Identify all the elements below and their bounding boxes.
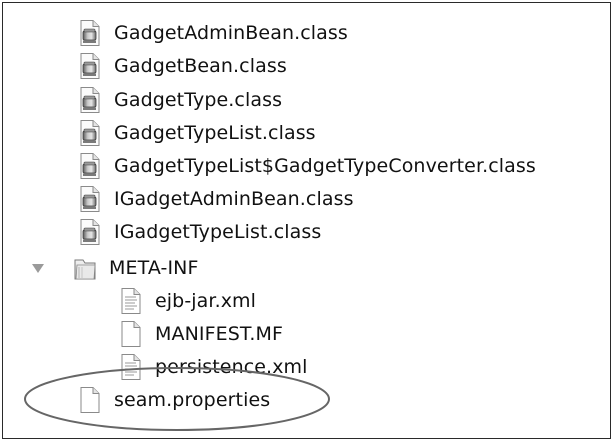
disclosure-triangle-expanded-icon[interactable]: [31, 261, 45, 275]
file-name: GadgetType.class: [114, 89, 283, 111]
blank-document-icon: [78, 386, 102, 414]
file-item-seam-properties[interactable]: seam.properties: [78, 385, 270, 415]
file-name: GadgetTypeList$GadgetTypeConverter.class: [114, 155, 536, 177]
file-item-gadgettype-class[interactable]: GadgetType.class: [78, 85, 282, 115]
file-item-igadgettypelist-class[interactable]: IGadgetTypeList.class: [78, 217, 321, 247]
file-item-manifest-mf[interactable]: MANIFEST.MF: [119, 319, 283, 349]
file-name: seam.properties: [114, 389, 271, 411]
file-name: IGadgetAdminBean.class: [114, 188, 354, 210]
class-file-icon: [78, 185, 102, 213]
file-name: GadgetBean.class: [114, 55, 287, 77]
text-document-icon: [119, 353, 143, 381]
folder-name: META-INF: [109, 257, 199, 279]
file-name: GadgetTypeList.class: [114, 122, 316, 144]
file-name: IGadgetTypeList.class: [114, 221, 322, 243]
file-name: MANIFEST.MF: [155, 323, 284, 345]
folder-icon: [73, 254, 97, 282]
file-item-igadgetadminbean-class[interactable]: IGadgetAdminBean.class: [78, 184, 354, 214]
folder-item-meta-inf[interactable]: META-INF: [73, 253, 199, 283]
class-file-icon: [78, 152, 102, 180]
file-item-gadgettypelist-class[interactable]: GadgetTypeList.class: [78, 118, 316, 148]
file-name: GadgetAdminBean.class: [114, 22, 348, 44]
class-file-icon: [78, 218, 102, 246]
file-name: persistence.xml: [155, 356, 308, 378]
file-item-gadgetadminbean-class[interactable]: GadgetAdminBean.class: [78, 18, 348, 48]
file-browser-panel: GadgetAdminBean.class GadgetBean.class G…: [2, 2, 611, 439]
file-item-persistence-xml[interactable]: persistence.xml: [119, 352, 308, 382]
file-item-ejb-jar-xml[interactable]: ejb-jar.xml: [119, 286, 256, 316]
file-item-gadgettypeconverter-class[interactable]: GadgetTypeList$GadgetTypeConverter.class: [78, 151, 536, 181]
blank-document-icon: [119, 320, 143, 348]
class-file-icon: [78, 19, 102, 47]
class-file-icon: [78, 119, 102, 147]
file-name: ejb-jar.xml: [155, 290, 257, 312]
file-item-gadgetbean-class[interactable]: GadgetBean.class: [78, 51, 287, 81]
text-document-icon: [119, 287, 143, 315]
class-file-icon: [78, 52, 102, 80]
class-file-icon: [78, 86, 102, 114]
